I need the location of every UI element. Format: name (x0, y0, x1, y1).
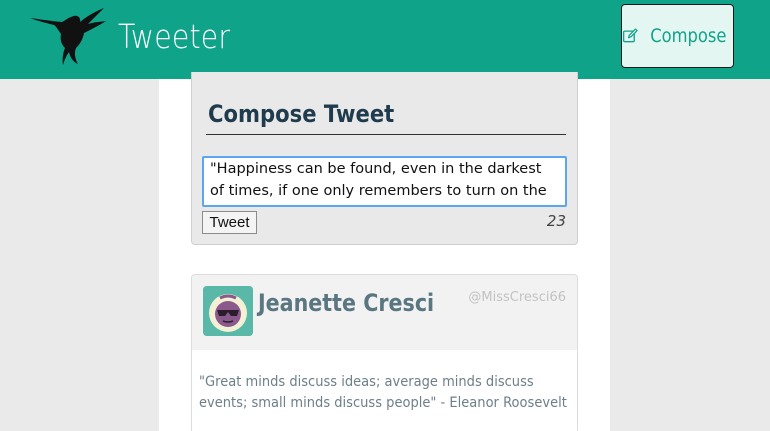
hummingbird-icon (30, 8, 106, 65)
sunglasses-avatar-icon (203, 286, 253, 336)
tweet-author-handle: @MissCresci66 (468, 290, 566, 305)
divider (206, 134, 566, 135)
compose-title: Compose Tweet (208, 100, 395, 128)
navbar: Tweeter Compose (0, 0, 770, 79)
app-title[interactable]: Tweeter (118, 17, 230, 56)
tweet-input[interactable]: "Happiness can be found, even in the dar… (202, 156, 567, 207)
avatar (203, 286, 253, 336)
tweet-header: Jeanette Cresci @MissCresci66 (192, 275, 577, 350)
edit-icon (622, 28, 638, 43)
compose-panel: Compose Tweet "Happiness can be found, e… (191, 72, 578, 245)
tweet-text: "Great minds discuss ideas; average mind… (199, 374, 567, 411)
compose-button[interactable]: Compose (621, 4, 734, 68)
char-counter: 23 (546, 212, 566, 230)
tweet-card: Jeanette Cresci @MissCresci66 "Great min… (191, 274, 578, 431)
compose-button-label: Compose (650, 25, 727, 47)
tweet-button[interactable]: Tweet (202, 211, 257, 234)
tweet-author-name: Jeanette Cresci (258, 289, 435, 317)
